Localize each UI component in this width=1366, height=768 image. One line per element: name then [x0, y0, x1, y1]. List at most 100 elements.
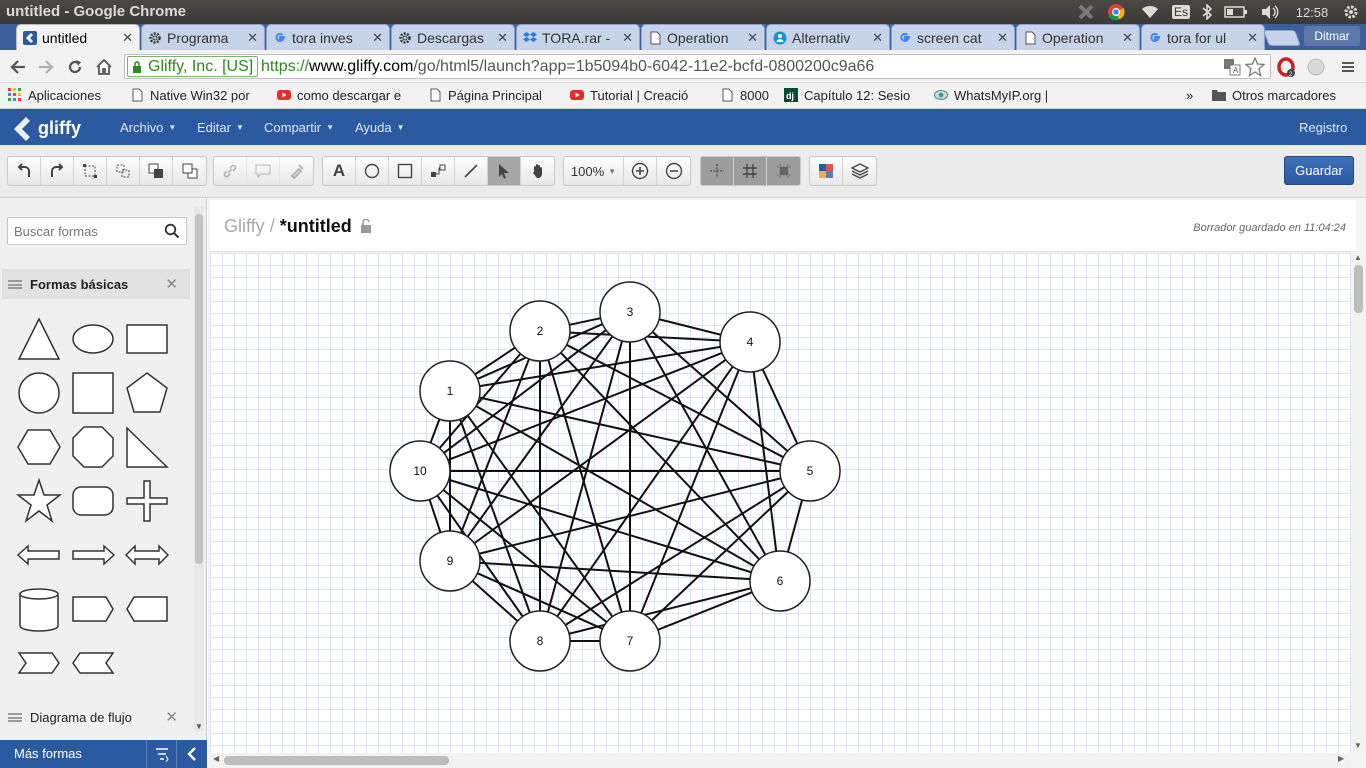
edge-1-10[interactable]: [429, 418, 441, 444]
tab-9[interactable]: Operation ✕: [1016, 24, 1140, 50]
bring-front-icon[interactable]: [140, 157, 173, 185]
scroll-right-arrow-icon[interactable]: ▶: [1338, 754, 1344, 763]
clock[interactable]: 12:58: [1288, 0, 1336, 24]
new-tab-button[interactable]: [1263, 30, 1301, 46]
edge-2-3[interactable]: [569, 317, 601, 326]
tab-5[interactable]: TORA.rar - ✕: [516, 24, 640, 50]
other-bookmarks-folder[interactable]: Otros marcadores: [1212, 85, 1336, 105]
collapse-chevron-left-icon[interactable]: [176, 740, 207, 768]
cylinder-shape[interactable]: [16, 586, 62, 632]
scrollbar-thumb[interactable]: [195, 214, 203, 564]
rectangle-tool-icon[interactable]: [389, 157, 422, 185]
right-arrow-shape[interactable]: [70, 532, 116, 578]
ev-certificate-badge[interactable]: Gliffy, Inc. [US]: [127, 56, 259, 77]
undo-icon[interactable]: [8, 157, 41, 185]
drawing-canvas[interactable]: 1 2 3 4 5 6 7 8 9 10: [210, 253, 1351, 753]
tab-4[interactable]: Descargas ✕: [391, 24, 515, 50]
drag-grip-icon[interactable]: [8, 712, 22, 722]
x-close-tray-icon[interactable]: [1074, 0, 1098, 24]
menu-compartir[interactable]: Compartir ▼: [264, 109, 334, 145]
group-icon[interactable]: [74, 157, 107, 185]
comment-icon[interactable]: [247, 157, 280, 185]
breadcrumb-root[interactable]: Gliffy: [224, 216, 265, 236]
rectangle-shape[interactable]: [124, 316, 170, 362]
grid-icon[interactable]: [734, 157, 767, 185]
tab-7[interactable]: Alternativ ✕: [766, 24, 890, 50]
edge-9-10[interactable]: [428, 499, 442, 533]
edge-5-6[interactable]: [786, 499, 804, 553]
reload-icon[interactable]: [63, 55, 87, 79]
connector-tool-icon[interactable]: [422, 157, 455, 185]
node-3[interactable]: 3: [599, 281, 661, 343]
node-4[interactable]: 4: [719, 311, 781, 373]
panel-header-flowchart[interactable]: Diagrama de flujo ✕: [2, 702, 190, 732]
panel-header-basic-shapes[interactable]: Formas básicas ✕: [2, 269, 190, 299]
line-tool-icon[interactable]: [455, 157, 488, 185]
address-bar[interactable]: Gliffy, Inc. [US] https://www.gliffy.com…: [124, 54, 1271, 79]
complete-graph-diagram[interactable]: 1 2 3 4 5 6 7 8 9 10: [210, 253, 1351, 753]
power-gear-icon[interactable]: [1340, 0, 1362, 24]
node-8[interactable]: 8: [509, 610, 571, 672]
close-icon[interactable]: ✕: [165, 708, 178, 726]
tab-10[interactable]: tora for ul ✕: [1141, 24, 1265, 50]
edge-2-7[interactable]: [547, 359, 623, 613]
opera-extension-icon[interactable]: 2: [1274, 55, 1298, 79]
scroll-down-arrow-icon[interactable]: ▼: [195, 722, 203, 731]
bookmark-item[interactable]: Tutorial | Creació: [570, 85, 712, 105]
menu-archivo[interactable]: Archivo ▼: [120, 109, 176, 145]
gliffy-logo[interactable]: gliffy: [12, 113, 92, 141]
zoom-select[interactable]: 100% ▼: [564, 157, 624, 185]
tab-2[interactable]: Programa ✕: [141, 24, 265, 50]
close-icon[interactable]: ✕: [165, 275, 178, 293]
canvas-horizontal-scrollbar[interactable]: ◀ ▶: [210, 753, 1351, 768]
node-6[interactable]: 6: [749, 550, 811, 612]
edge-6-10[interactable]: [448, 478, 752, 574]
chevron-left-shape[interactable]: [70, 640, 116, 686]
keyboard-layout-indicator[interactable]: Es: [1170, 0, 1192, 24]
edge-4-6[interactable]: [752, 371, 778, 552]
sort-icon[interactable]: [146, 740, 176, 768]
bookmarks-overflow-button[interactable]: »: [1186, 85, 1193, 105]
star-shape[interactable]: [15, 477, 63, 524]
register-link[interactable]: Registro: [1299, 109, 1347, 145]
tag-left-shape[interactable]: [124, 586, 170, 632]
close-tab-icon[interactable]: ✕: [622, 30, 633, 46]
hexagon-shape[interactable]: [16, 424, 62, 470]
redo-icon[interactable]: [41, 157, 74, 185]
bookmark-item[interactable]: Native Win32 por: [130, 85, 270, 105]
url-text[interactable]: https://www.gliffy.com/go/html5/launch?a…: [261, 58, 874, 76]
pentagon-shape[interactable]: [124, 370, 170, 416]
chrome-tray-icon[interactable]: [1104, 0, 1128, 24]
close-tab-icon[interactable]: ✕: [122, 30, 133, 46]
bookmark-item[interactable]: 8000: [720, 85, 776, 105]
edge-4-8[interactable]: [556, 365, 734, 618]
bookmark-item[interactable]: Página Principal: [428, 85, 563, 105]
send-back-icon[interactable]: [173, 157, 206, 185]
profile-button[interactable]: Ditmar: [1304, 26, 1360, 46]
sidebar-scrollbar[interactable]: ▼: [194, 206, 204, 731]
home-icon[interactable]: [92, 55, 116, 79]
scroll-up-arrow-icon[interactable]: ▲: [1354, 253, 1362, 262]
forward-arrow-icon[interactable]: [34, 55, 58, 79]
edge-4-9[interactable]: [473, 358, 727, 545]
close-tab-icon[interactable]: ✕: [997, 30, 1008, 46]
bluetooth-icon[interactable]: [1198, 0, 1216, 24]
bookmark-item[interactable]: Aplicaciones: [8, 85, 120, 105]
scroll-left-arrow-icon[interactable]: ◀: [213, 754, 219, 763]
chevron-right-shape[interactable]: [16, 640, 62, 686]
close-tab-icon[interactable]: ✕: [372, 30, 383, 46]
tab-6[interactable]: Operation ✕: [641, 24, 765, 50]
tab-1[interactable]: untitled ✕: [16, 24, 140, 50]
node-9[interactable]: 9: [419, 530, 481, 592]
translate-icon[interactable]: A: [1223, 58, 1241, 76]
format-painter-icon[interactable]: [280, 157, 313, 185]
close-tab-icon[interactable]: ✕: [1247, 30, 1258, 46]
ellipse-shape[interactable]: [70, 316, 116, 362]
zoom-in-icon[interactable]: [624, 157, 657, 185]
hand-tool-icon[interactable]: [521, 157, 554, 185]
scroll-down-arrow-icon[interactable]: ▼: [1354, 741, 1362, 750]
unlocked-padlock-icon[interactable]: [360, 218, 372, 233]
menu-ayuda[interactable]: Ayuda ▼: [355, 109, 405, 145]
search-icon[interactable]: [164, 223, 180, 239]
double-arrow-shape[interactable]: [124, 532, 170, 578]
